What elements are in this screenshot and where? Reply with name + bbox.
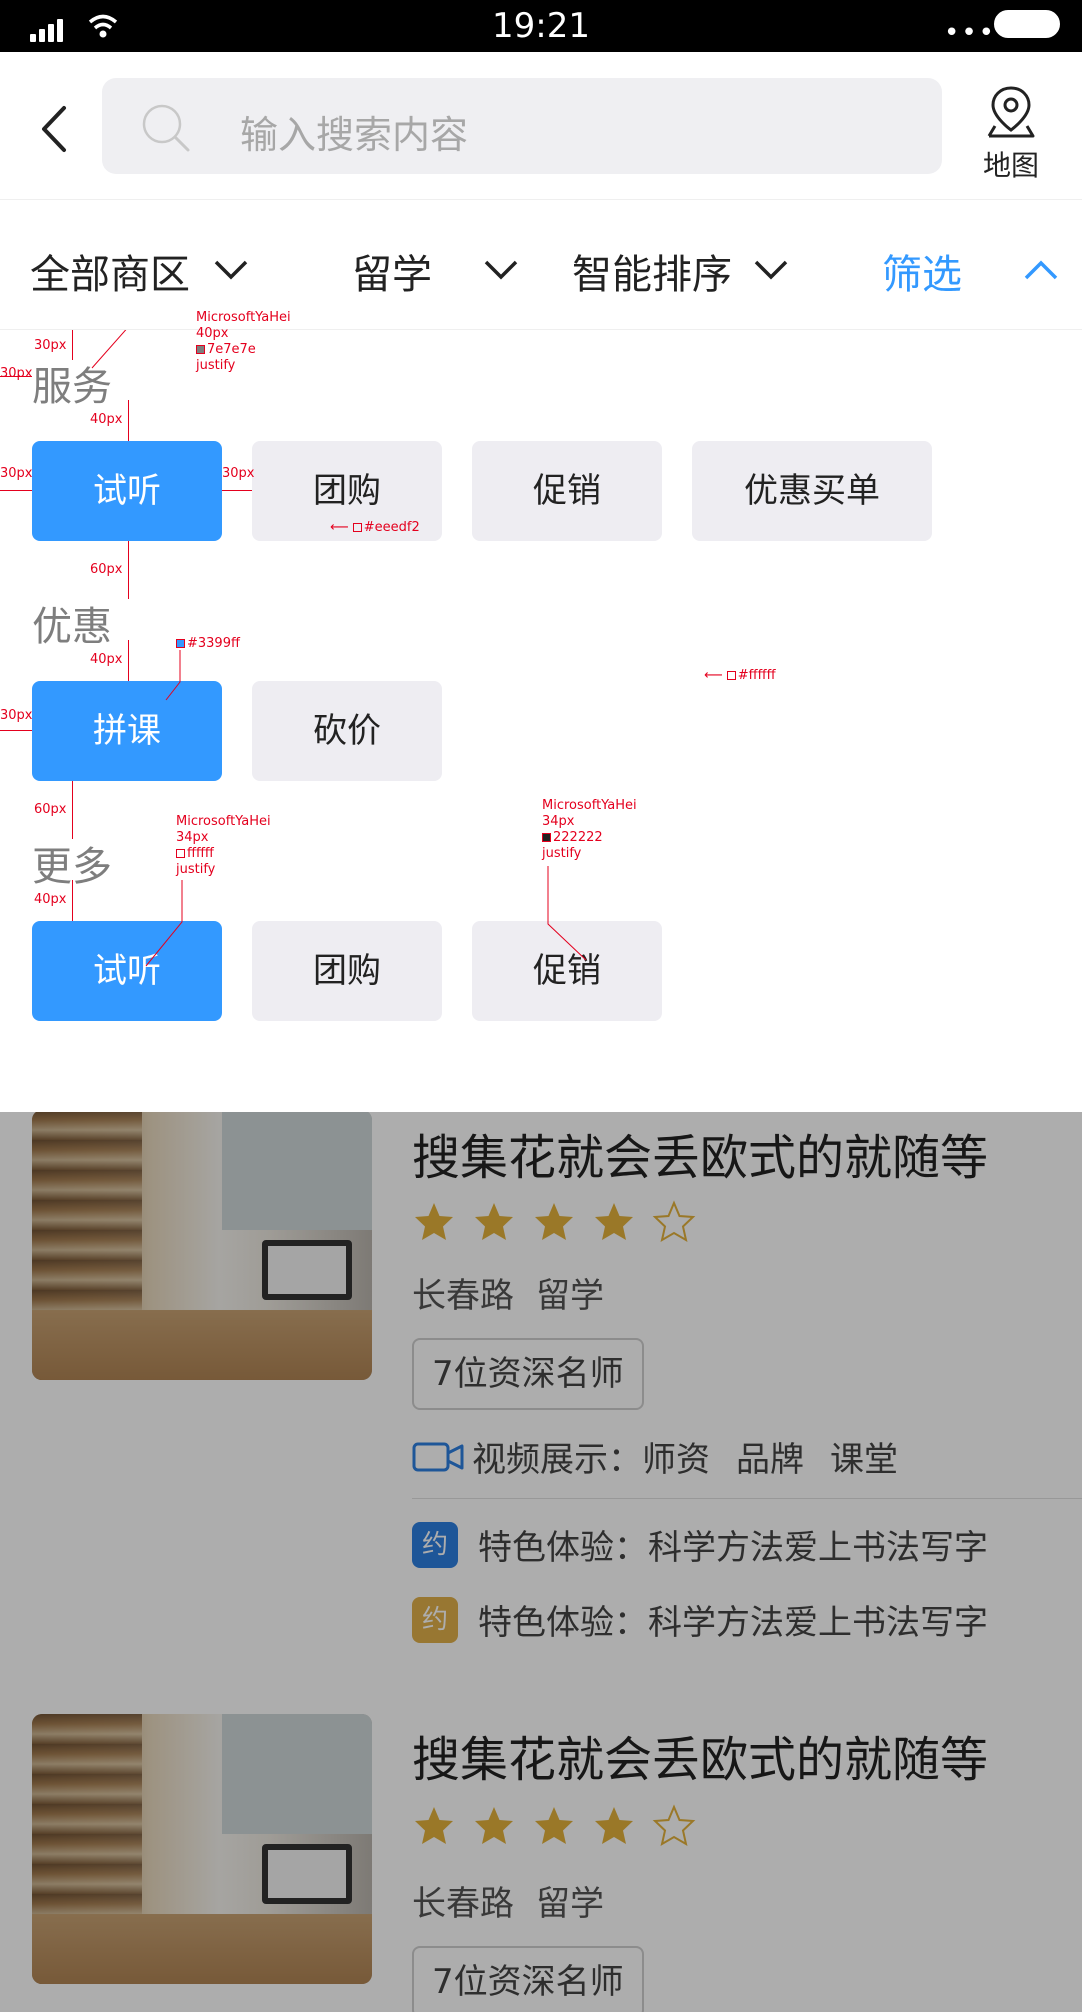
map-pin-icon: [987, 86, 1035, 138]
anno-chip-size: 34px: [542, 814, 575, 829]
anno-title-align: justify: [196, 358, 236, 373]
anno-active-color: #3399ff: [176, 636, 240, 652]
anno-chip-size: 34px: [176, 830, 209, 845]
battery-icon: [994, 10, 1060, 38]
anno-spacing: 30px: [0, 466, 33, 481]
chevron-down-icon[interactable]: [484, 260, 518, 280]
anno-chip-font: MicrosoftYaHei: [176, 814, 271, 829]
filter-screen[interactable]: 筛选: [882, 242, 962, 300]
chip-trial[interactable]: 试听: [32, 441, 222, 541]
anno-spacing: 30px: [0, 366, 33, 381]
anno-chip-text: 222222: [542, 830, 603, 846]
search-input[interactable]: 输入搜索内容: [102, 78, 942, 174]
chip-promotion[interactable]: 促销: [472, 441, 662, 541]
filter-category[interactable]: 留学: [352, 242, 432, 300]
anno-spacing: 40px: [34, 892, 67, 907]
chip-bargain[interactable]: 砍价: [252, 681, 442, 781]
search-header: 输入搜索内容 地图: [0, 52, 1082, 200]
anno-spacing: 30px: [34, 338, 67, 353]
chip-promotion[interactable]: 促销: [472, 921, 662, 1021]
listing-list: 搜集花就会丢欧式的就随等 长春路 留学 7位资深名师 视频展示： 师资 品牌 课堂…: [0, 1112, 1082, 2012]
filter-area[interactable]: 全部商区: [30, 242, 190, 300]
chevron-down-icon[interactable]: [214, 260, 248, 280]
filter-panel: 服务 试听 团购 促销 优惠买单 优惠 拼课 砍价 更多 试听 团购 促销 30…: [0, 310, 1082, 1112]
chip-group-buy[interactable]: 团购: [252, 921, 442, 1021]
section-title-discount: 优惠: [32, 604, 112, 650]
anno-spacing: 40px: [90, 412, 123, 427]
anno-spacing: 40px: [90, 652, 123, 667]
anno-title-font: MicrosoftYaHei: [196, 310, 291, 325]
filter-bar: 全部商区 留学 智能排序 筛选: [0, 200, 1082, 330]
search-placeholder: 输入搜索内容: [240, 113, 469, 157]
dim-overlay[interactable]: [0, 1112, 1082, 2012]
filter-sort[interactable]: 智能排序: [572, 242, 732, 300]
chip-discount-bill[interactable]: 优惠买单: [692, 441, 932, 541]
status-time: 19:21: [492, 6, 590, 46]
map-label: 地图: [982, 149, 1039, 182]
anno-title-color: 7e7e7e: [196, 342, 256, 358]
chip-group-class[interactable]: 拼课: [32, 681, 222, 781]
anno-spacing: 30px: [222, 466, 255, 481]
anno-chip-font: MicrosoftYaHei: [542, 798, 637, 813]
search-icon: [142, 104, 190, 152]
anno-chip-align: justify: [176, 862, 216, 877]
anno-chip-active-text: ffffff: [176, 846, 214, 862]
anno-title-size: 40px: [196, 326, 229, 341]
anno-chip-align: justify: [542, 846, 582, 861]
chip-trial[interactable]: 试听: [32, 921, 222, 1021]
chevron-up-icon[interactable]: [1024, 260, 1058, 280]
map-button[interactable]: 地图: [976, 84, 1046, 184]
status-bar: 19:21 •••: [0, 0, 1082, 52]
anno-spacing: 60px: [34, 802, 67, 817]
more-dots-icon: •••: [944, 18, 997, 48]
anno-panel-bg: ⟵ #ffffff: [704, 668, 776, 683]
anno-spacing: 60px: [90, 562, 123, 577]
chevron-down-icon[interactable]: [754, 260, 788, 280]
anno-chip-bg: ⟵ #eeedf2: [330, 520, 420, 535]
section-title-service: 服务: [32, 364, 112, 410]
anno-spacing: 30px: [0, 708, 33, 723]
back-icon[interactable]: [36, 102, 82, 156]
